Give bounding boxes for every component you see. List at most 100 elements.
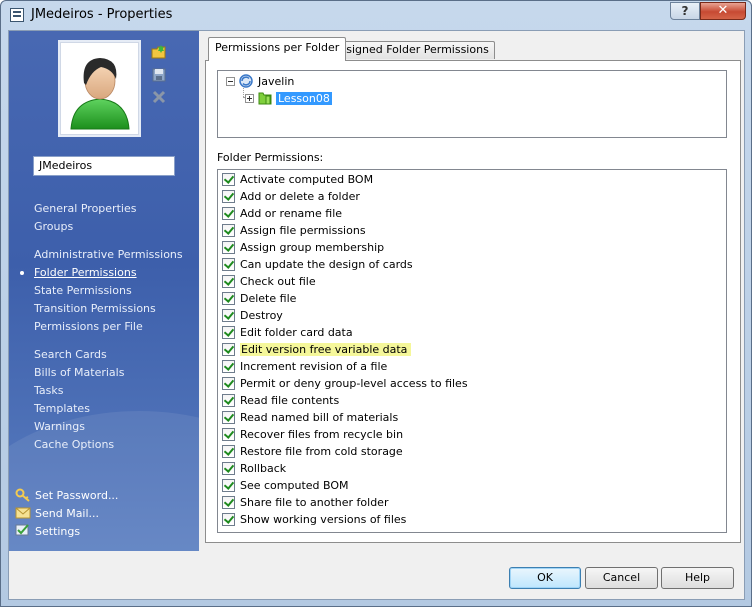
dialog-client: JMedeiros General Properties Groups Admi… xyxy=(8,30,745,600)
collapse-toggle[interactable] xyxy=(226,76,235,86)
permission-row[interactable]: See computed BOM xyxy=(222,477,349,494)
send-mail-action[interactable]: Send Mail... xyxy=(15,505,99,521)
nav-folder-permissions[interactable]: Folder Permissions xyxy=(34,266,137,279)
permission-row[interactable]: Assign group membership xyxy=(222,239,384,256)
permission-checkbox[interactable] xyxy=(222,224,235,237)
nav-groups[interactable]: Groups xyxy=(34,220,73,233)
permission-checkbox[interactable] xyxy=(222,173,235,186)
permission-label: Add or rename file xyxy=(240,207,343,220)
permission-checkbox[interactable] xyxy=(222,394,235,407)
permission-label: Recover files from recycle bin xyxy=(240,428,404,441)
permission-row[interactable]: Edit version free variable data xyxy=(222,341,412,358)
delete-icon[interactable] xyxy=(151,89,167,105)
permission-label: Assign group membership xyxy=(240,241,385,254)
permission-row[interactable]: Delete file xyxy=(222,290,296,307)
nav-tasks[interactable]: Tasks xyxy=(34,384,63,397)
nav-administrative-permissions[interactable]: Administrative Permissions xyxy=(34,248,183,261)
permission-label: Edit version free variable data xyxy=(240,343,412,356)
nav-bills-of-materials[interactable]: Bills of Materials xyxy=(34,366,124,379)
permission-row[interactable]: Permit or deny group-level access to fil… xyxy=(222,375,468,392)
permission-checkbox[interactable] xyxy=(222,462,235,475)
permission-row[interactable]: Assign file permissions xyxy=(222,222,366,239)
key-icon xyxy=(15,488,31,502)
tree-node-lesson08[interactable]: Lesson08 xyxy=(245,90,332,106)
nav-transition-permissions[interactable]: Transition Permissions xyxy=(34,302,156,315)
permission-checkbox[interactable] xyxy=(222,207,235,220)
permission-label: Assign file permissions xyxy=(240,224,366,237)
permission-row[interactable]: Read file contents xyxy=(222,392,339,409)
window-icon xyxy=(10,8,24,22)
permission-checkbox[interactable] xyxy=(222,411,235,424)
nav-permissions-per-file[interactable]: Permissions per File xyxy=(34,320,143,333)
user-avatar xyxy=(60,42,139,135)
permission-label: Permit or deny group-level access to fil… xyxy=(240,377,468,390)
folder-tree[interactable]: Javelin Lesson08 xyxy=(217,70,727,138)
nav-general-properties[interactable]: General Properties xyxy=(34,202,136,215)
nav-templates[interactable]: Templates xyxy=(34,402,90,415)
permission-label: Check out file xyxy=(240,275,316,288)
permission-checkbox[interactable] xyxy=(222,275,235,288)
permission-row[interactable]: Destroy xyxy=(222,307,283,324)
send-mail-label: Send Mail... xyxy=(35,506,100,520)
sidebar: JMedeiros General Properties Groups Admi… xyxy=(9,31,199,551)
permission-checkbox[interactable] xyxy=(222,241,235,254)
folder-permissions-label: Folder Permissions: xyxy=(217,151,324,164)
set-password-action[interactable]: Set Password... xyxy=(15,487,118,503)
permission-checkbox[interactable] xyxy=(222,428,235,441)
expand-toggle[interactable] xyxy=(245,93,254,103)
permission-label: Add or delete a folder xyxy=(240,190,360,203)
permission-row[interactable]: Show working versions of files xyxy=(222,511,406,528)
nav-cache-options[interactable]: Cache Options xyxy=(34,438,114,451)
settings-action[interactable]: Settings xyxy=(15,523,80,539)
permission-row[interactable]: Increment revision of a file xyxy=(222,358,387,375)
settings-icon xyxy=(15,524,31,538)
nav-warnings[interactable]: Warnings xyxy=(34,420,85,433)
permission-checkbox[interactable] xyxy=(222,292,235,305)
permission-checkbox[interactable] xyxy=(222,326,235,339)
permission-row[interactable]: Add or rename file xyxy=(222,205,342,222)
nav-state-permissions[interactable]: State Permissions xyxy=(34,284,132,297)
permission-checkbox[interactable] xyxy=(222,377,235,390)
permission-checkbox[interactable] xyxy=(222,309,235,322)
permission-checkbox[interactable] xyxy=(222,258,235,271)
username-field[interactable]: JMedeiros xyxy=(33,156,175,176)
cancel-button[interactable]: Cancel xyxy=(585,567,658,589)
nav-search-cards[interactable]: Search Cards xyxy=(34,348,107,361)
permission-row[interactable]: Can update the design of cards xyxy=(222,256,413,273)
permission-checkbox[interactable] xyxy=(222,190,235,203)
tab-panel: Javelin Lesson08 Folder Permissions: Act… xyxy=(205,60,741,543)
window-title: JMedeiros - Properties xyxy=(31,7,173,22)
permission-row[interactable]: Recover files from recycle bin xyxy=(222,426,403,443)
tree-label-lesson08: Lesson08 xyxy=(276,91,332,105)
tab-assigned-folder-permissions[interactable]: Assigned Folder Permissions xyxy=(327,41,495,59)
tree-node-javelin[interactable]: Javelin xyxy=(226,73,294,89)
properties-window: JMedeiros - Properties ? ✕ JMedeiros Gen… xyxy=(0,0,752,607)
folder-icon xyxy=(257,90,273,106)
tab-permissions-per-folder[interactable]: Permissions per Folder xyxy=(208,37,347,61)
permission-checkbox[interactable] xyxy=(222,513,235,526)
permission-row[interactable]: Restore file from cold storage xyxy=(222,443,403,460)
permission-checkbox[interactable] xyxy=(222,496,235,509)
permission-row[interactable]: Check out file xyxy=(222,273,316,290)
permission-row[interactable]: Rollback xyxy=(222,460,286,477)
permission-row[interactable]: Read named bill of materials xyxy=(222,409,398,426)
permission-checkbox[interactable] xyxy=(222,445,235,458)
permission-checkbox[interactable] xyxy=(222,343,235,356)
ok-button[interactable]: OK xyxy=(509,567,581,589)
title-bar[interactable]: JMedeiros - Properties ? ✕ xyxy=(1,1,751,29)
permission-row[interactable]: Share file to another folder xyxy=(222,494,388,511)
permission-row[interactable]: Activate computed BOM xyxy=(222,171,373,188)
permission-row[interactable]: Add or delete a folder xyxy=(222,188,360,205)
permission-label: Restore file from cold storage xyxy=(240,445,403,458)
permission-checkbox[interactable] xyxy=(222,360,235,373)
close-button[interactable]: ✕ xyxy=(700,2,746,20)
new-folder-icon[interactable] xyxy=(151,44,167,60)
permission-checkbox[interactable] xyxy=(222,479,235,492)
save-icon[interactable] xyxy=(151,67,167,83)
mail-icon xyxy=(15,506,31,520)
title-help-button[interactable]: ? xyxy=(670,2,700,20)
permission-label: Delete file xyxy=(240,292,297,305)
permission-label: Read named bill of materials xyxy=(240,411,399,424)
help-button[interactable]: Help xyxy=(661,567,734,589)
permission-row[interactable]: Edit folder card data xyxy=(222,324,353,341)
